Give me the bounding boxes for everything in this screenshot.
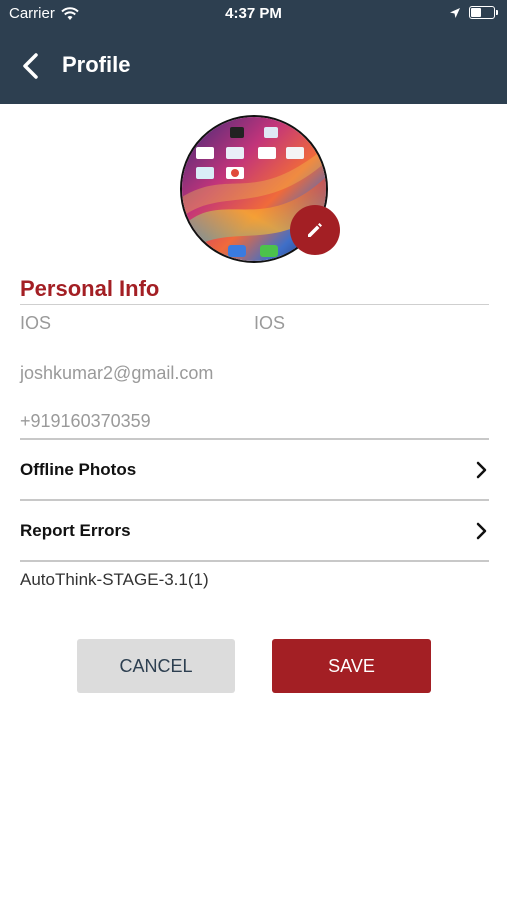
divider [20,560,489,562]
phone-field[interactable]: +919160370359 [20,411,151,432]
divider [20,499,489,501]
status-right-icons [449,6,498,19]
offline-photos-row[interactable]: Offline Photos [20,450,489,490]
location-arrow-icon [450,7,460,18]
pencil-icon [308,223,322,237]
app-version: AutoThink-STAGE-3.1(1) [20,570,209,589]
save-button[interactable]: SAVE [272,639,431,693]
status-bar: Carrier 4:37 PM [0,0,507,28]
chevron-left-icon [23,53,38,79]
report-errors-label: Report Errors [20,521,131,540]
offline-photos-label: Offline Photos [20,460,137,479]
status-time: 4:37 PM [225,5,282,22]
section-divider [20,304,489,305]
cancel-button[interactable]: CANCEL [77,639,235,693]
page-title: Profile [62,52,131,77]
navigation-bar: Carrier 4:37 PM Profile [0,0,507,104]
back-button[interactable] [18,50,46,82]
chevron-right-icon [476,461,487,479]
first-name-field[interactable]: IOS [20,313,51,334]
email-field[interactable]: joshkumar2@gmail.com [20,363,213,384]
battery-icon [469,6,498,19]
section-title: Personal Info [20,276,160,301]
report-errors-row[interactable]: Report Errors [20,511,489,551]
last-name-field[interactable]: IOS [254,313,285,334]
divider [20,438,489,440]
avatar-container [180,115,340,263]
edit-photo-button[interactable] [290,205,340,255]
chevron-right-icon [476,522,487,540]
